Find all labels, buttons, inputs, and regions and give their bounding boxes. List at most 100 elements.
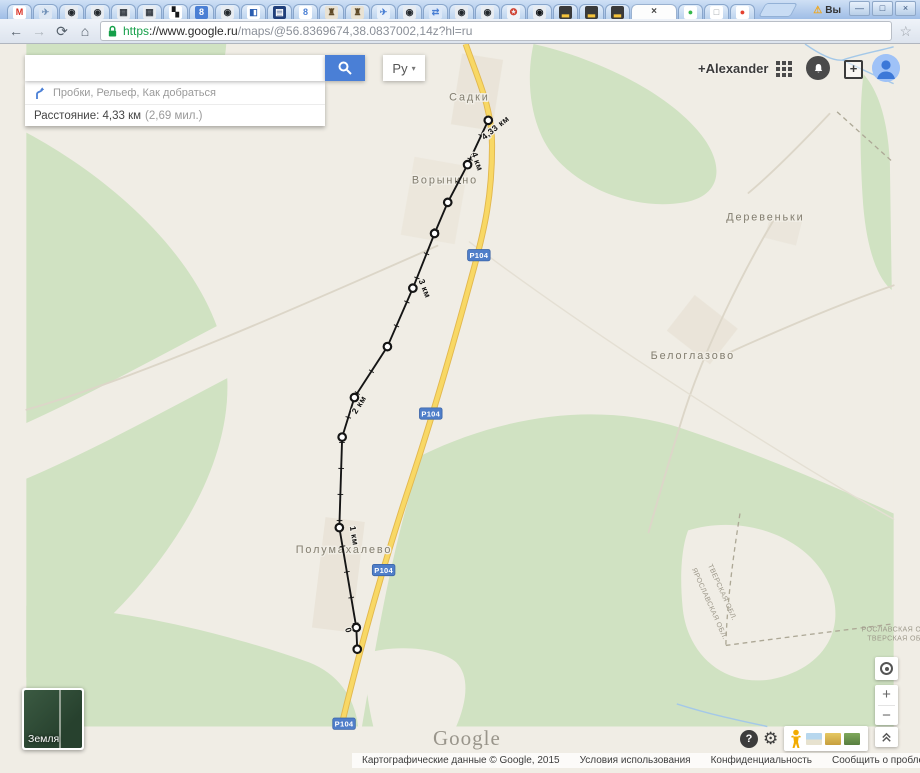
roundel-favicon: ◉ xyxy=(91,6,104,19)
distance-result-row: Расстояние: 4,33 км (2,69 мил.) xyxy=(25,104,325,126)
bookmark-star-icon[interactable]: ☆ xyxy=(899,23,912,40)
attribution-bar: Картографические данные © Google, 2015 У… xyxy=(352,753,920,768)
tab-flight[interactable]: ✈ xyxy=(33,4,58,19)
earth-label: Земля xyxy=(28,733,59,745)
pegman-icon[interactable] xyxy=(789,729,803,749)
tab-grid-app[interactable]: ▦ xyxy=(137,4,162,19)
tab-roundel[interactable]: ◉ xyxy=(215,4,240,19)
measure-waypoint[interactable] xyxy=(409,284,417,292)
earth-layer-toggle[interactable]: Земля xyxy=(22,688,84,750)
tab-cop-info[interactable]: ▂ xyxy=(579,4,604,19)
tab-roundel[interactable]: ◉ xyxy=(397,4,422,19)
measure-waypoint[interactable] xyxy=(485,117,493,125)
tab-roundel[interactable]: ◉ xyxy=(85,4,110,19)
close-button[interactable]: × xyxy=(895,1,916,16)
tab-map-pin[interactable]: ● xyxy=(730,4,755,19)
my-location-icon xyxy=(880,662,893,675)
minimize-button[interactable]: — xyxy=(849,1,870,16)
zoom-out-button[interactable]: − xyxy=(875,706,898,726)
place-label: Белоглазово xyxy=(651,350,735,362)
imagery-thumb-terrain[interactable] xyxy=(825,733,841,745)
tab-roundel[interactable]: ◉ xyxy=(449,4,474,19)
boundary-label: РОСЛАВСКАЯ ОБЛ. xyxy=(862,626,920,633)
imagery-thumb-satellite[interactable] xyxy=(844,733,860,745)
tab-roundel[interactable]: ◉ xyxy=(59,4,84,19)
apps-grid-icon[interactable] xyxy=(776,61,780,65)
tab-green-dot[interactable]: ● xyxy=(678,4,703,19)
profile-badge[interactable]: ⚠ Вы xyxy=(813,5,849,19)
avatar[interactable] xyxy=(872,54,900,82)
measure-waypoint[interactable] xyxy=(444,199,452,207)
notifications-bell-icon[interactable] xyxy=(806,56,830,80)
grid-app-favicon: ▦ xyxy=(143,6,156,19)
profile-badge-label: Вы xyxy=(825,5,841,16)
reload-button[interactable]: ⟳ xyxy=(54,23,70,40)
new-tab-button[interactable] xyxy=(758,3,797,17)
zoom-in-button[interactable]: + xyxy=(875,685,898,705)
google-logo: Google xyxy=(433,726,501,751)
map-canvas[interactable]: СадкиВорыниноДеревенькиБелоглазовоПолума… xyxy=(0,44,920,768)
warning-icon: ⚠ xyxy=(813,5,822,16)
tab-ibm[interactable]: ▤ xyxy=(267,4,292,19)
imagery-thumb-photos[interactable] xyxy=(806,733,822,745)
measure-waypoint[interactable] xyxy=(353,645,361,653)
tab-cop-info[interactable]: ▂ xyxy=(605,4,630,19)
tab-translate[interactable]: ⇄ xyxy=(423,4,448,19)
suggestion-row[interactable]: Пробки, Рельеф, Как добраться xyxy=(25,81,325,104)
measure-waypoint[interactable] xyxy=(431,230,439,238)
tab-roundel[interactable]: ◉ xyxy=(527,4,552,19)
forward-button[interactable]: → xyxy=(31,23,47,39)
privacy-link[interactable]: Конфиденциальность xyxy=(711,755,812,766)
search-input[interactable] xyxy=(25,55,325,81)
my-location-button[interactable] xyxy=(875,657,898,680)
tab-squares[interactable]: ◧ xyxy=(241,4,266,19)
tab-flight[interactable]: ✈ xyxy=(371,4,396,19)
translate-favicon: ⇄ xyxy=(429,6,442,19)
flight-favicon: ✈ xyxy=(39,6,52,19)
flight-favicon: ✈ xyxy=(377,6,390,19)
home-button[interactable]: ⌂ xyxy=(77,23,93,39)
tab-checkered[interactable]: ▚ xyxy=(163,4,188,19)
measure-waypoint[interactable] xyxy=(336,524,344,532)
search-icon xyxy=(337,60,353,76)
roundel-favicon: ◉ xyxy=(65,6,78,19)
measure-waypoint[interactable] xyxy=(464,161,472,169)
tab-vehicle[interactable]: ♜ xyxy=(345,4,370,19)
back-button[interactable]: ← xyxy=(8,23,24,39)
restore-button[interactable]: □ xyxy=(872,1,893,16)
terms-link[interactable]: Условия использования xyxy=(580,755,691,766)
tab-vehicle[interactable]: ♜ xyxy=(319,4,344,19)
distance-value: Расстояние: 4,33 км xyxy=(34,110,141,122)
tab-g8[interactable]: 8 xyxy=(189,4,214,19)
add-collection-icon[interactable]: + xyxy=(844,60,863,79)
gear-icon[interactable]: ⚙ xyxy=(763,729,778,748)
tab-close-icon[interactable]: × xyxy=(651,7,657,17)
road-shield-label: Р104 xyxy=(421,409,440,418)
roundel-favicon: ◉ xyxy=(403,6,416,19)
tab-blank-page[interactable]: □ xyxy=(704,4,729,19)
tab-maps-active[interactable]: × xyxy=(631,4,677,19)
tab-grid-app[interactable]: ▦ xyxy=(111,4,136,19)
language-selector[interactable]: Ру ▾ xyxy=(383,55,425,81)
tab-swirl[interactable]: ✪ xyxy=(501,4,526,19)
grid-app-favicon: ▦ xyxy=(117,6,130,19)
road-shield-label: Р104 xyxy=(335,720,354,729)
search-panel: Пробки, Рельеф, Как добраться Расстояние… xyxy=(25,55,365,126)
tab-cop-info[interactable]: ▂ xyxy=(553,4,578,19)
search-button[interactable] xyxy=(325,55,365,81)
measure-waypoint[interactable] xyxy=(338,433,346,441)
collapse-controls-button[interactable] xyxy=(875,727,898,747)
address-bar[interactable]: https://www.google.ru/maps/@56.8369674,3… xyxy=(100,21,892,41)
account-name-link[interactable]: +Alexander xyxy=(698,61,768,76)
help-button[interactable]: ? xyxy=(740,730,758,748)
zoom-control: + − xyxy=(875,685,898,725)
tab-g8[interactable]: 8 xyxy=(293,4,318,19)
url-text: https://www.google.ru/maps/@56.8369674,3… xyxy=(123,24,472,38)
tab-roundel[interactable]: ◉ xyxy=(475,4,500,19)
tab-gmail[interactable]: M xyxy=(7,4,32,19)
map-attribution: Картографические данные © Google, 2015 xyxy=(362,755,560,766)
tab-strip: M✈◉◉▦▦▚8◉◧▤8♜♜✈◉⇄◉◉✪◉▂▂▂×●□● xyxy=(0,0,756,19)
double-chevron-up-icon xyxy=(880,731,893,744)
measure-waypoint[interactable] xyxy=(384,343,392,351)
report-problem-link[interactable]: Сообщить о проблеме xyxy=(832,755,920,766)
